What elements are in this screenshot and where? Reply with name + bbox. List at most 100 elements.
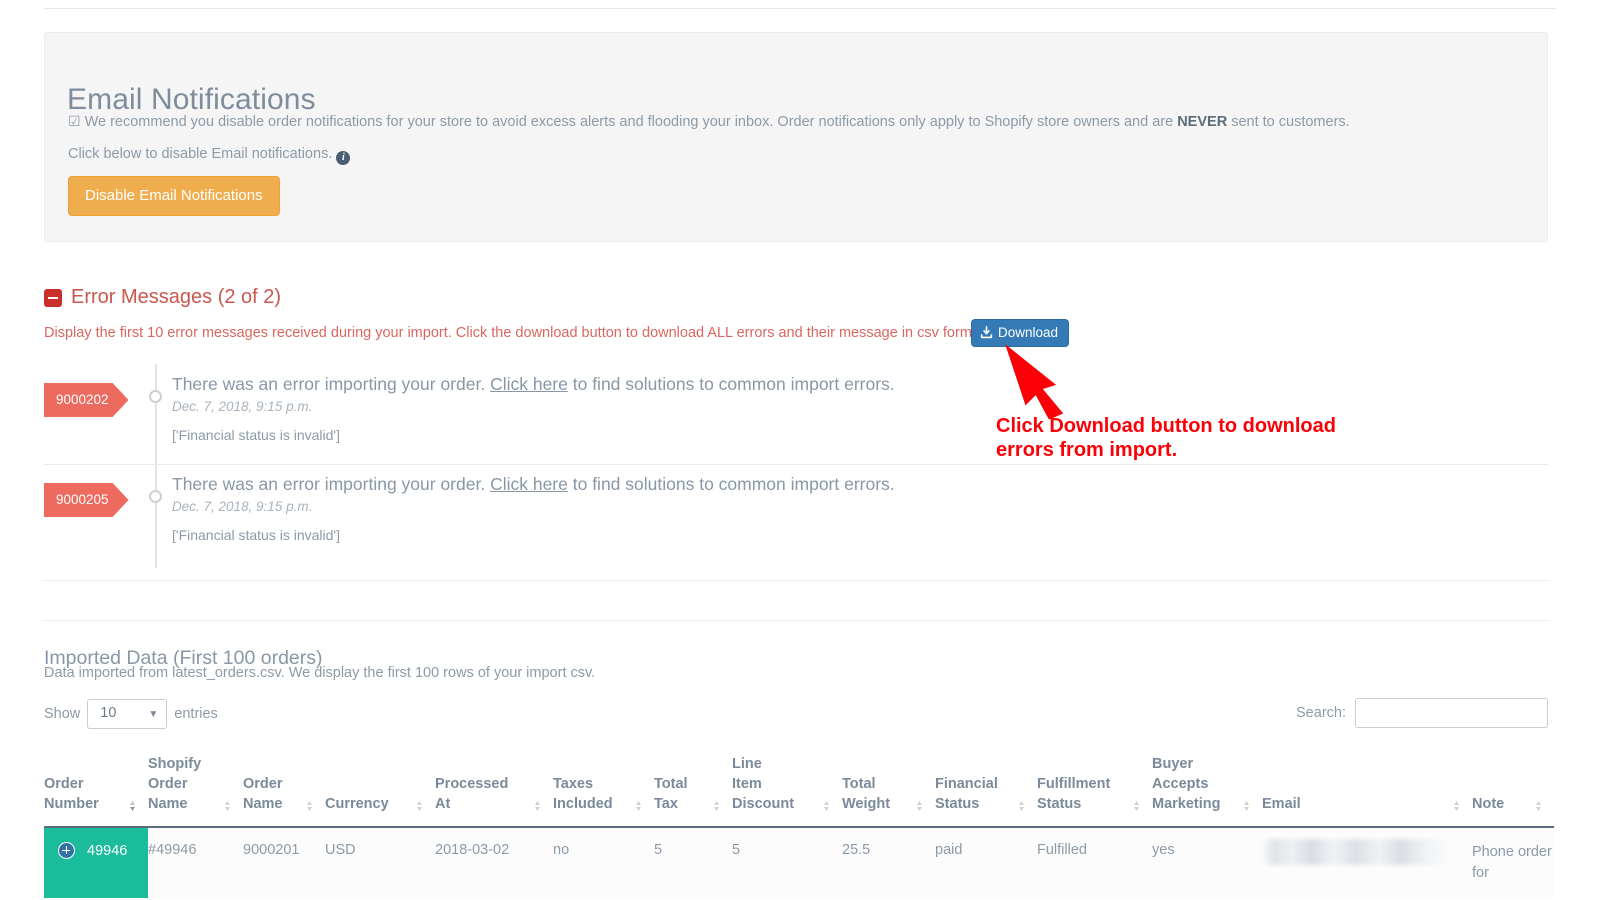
chevron-down-icon: ▼	[148, 709, 158, 720]
error-solutions-link[interactable]: Click here	[490, 374, 568, 394]
order-number-value: 49946	[87, 843, 127, 859]
annotation-callout: Click Download button to download errors…	[996, 414, 1416, 462]
error-detail: ['Financial status is invalid']	[172, 427, 895, 443]
sort-updown-icon	[304, 799, 315, 813]
table-search-control: Search:	[1296, 698, 1548, 728]
header-line: Accepts	[1152, 774, 1240, 794]
error-message-pre: There was an error importing your order.	[172, 474, 490, 494]
error-order-badge: 9000205	[44, 483, 129, 517]
error-messages-description: Display the first 10 error messages rece…	[44, 325, 988, 341]
timeline-marker-icon	[149, 490, 162, 503]
plus-circle-icon[interactable]	[58, 842, 75, 859]
email-notifications-panel: Email Notifications ☑We recommend you di…	[44, 32, 1548, 242]
header-line: Item	[732, 774, 820, 794]
error-message-pre: There was an error importing your order.	[172, 374, 490, 394]
download-button-label: Download	[998, 325, 1058, 340]
search-input[interactable]	[1355, 698, 1548, 728]
column-header-taxes-included[interactable]: Taxes Included	[553, 744, 654, 827]
page-title: Email Notifications	[67, 83, 316, 117]
error-messages-heading: Error Messages (2 of 2)	[71, 286, 281, 309]
error-timeline: 9000202 There was an error importing you…	[44, 364, 1548, 568]
imported-data-table: Order Number Shopify Order Name	[44, 744, 1554, 898]
header-line: Email	[1262, 794, 1450, 814]
table-row[interactable]: 49946 #49946 9000201 USD 2018-03-02 no 5…	[44, 827, 1554, 898]
sort-updown-icon	[1451, 799, 1462, 813]
header-line: Name	[243, 794, 303, 814]
table-header-row: Order Number Shopify Order Name	[44, 744, 1554, 827]
header-line: Note	[1472, 794, 1532, 814]
column-header-currency[interactable]: Currency	[325, 744, 435, 827]
header-line: Financial	[935, 774, 1015, 794]
header-line: Currency	[325, 794, 413, 814]
annotation-line-2: errors from import.	[996, 438, 1416, 462]
header-line: Taxes	[553, 774, 632, 794]
column-header-processed-at[interactable]: Processed At	[435, 744, 553, 827]
show-label: Show	[44, 706, 80, 722]
column-header-financial-status[interactable]: Financial Status	[935, 744, 1037, 827]
header-line: Number	[44, 794, 126, 814]
column-header-fulfillment-status[interactable]: Fulfillment Status	[1037, 744, 1152, 827]
error-item-body: There was an error importing your order.…	[172, 474, 895, 543]
click-below-label: Click below to disable Email notificatio…	[68, 146, 332, 162]
email-recommend-text: ☑We recommend you disable order notifica…	[68, 113, 1350, 130]
column-header-note[interactable]: Note	[1472, 744, 1554, 827]
error-solutions-link[interactable]: Click here	[490, 474, 568, 494]
sort-updown-icon	[414, 799, 425, 813]
timeline-item-divider	[44, 464, 1548, 465]
cell-email	[1262, 827, 1472, 898]
column-header-buyer-accepts-marketing[interactable]: Buyer Accepts Marketing	[1152, 744, 1262, 827]
page-length-select[interactable]: 10 ▼	[87, 699, 167, 729]
imported-data-subtitle: Data imported from latest_orders.csv. We…	[44, 665, 595, 681]
column-header-shopify-order-name[interactable]: Shopify Order Name	[148, 744, 243, 827]
disable-email-notifications-button[interactable]: Disable Email Notifications	[68, 176, 280, 216]
section-divider-lower	[44, 620, 1548, 621]
error-message-text: There was an error importing your order.…	[172, 474, 895, 495]
top-divider	[44, 8, 1556, 9]
page-length-value: 10	[100, 705, 116, 721]
cell-total-weight: 25.5	[842, 827, 935, 898]
header-line: Shopify	[148, 754, 221, 774]
column-header-order-name[interactable]: Order Name	[243, 744, 325, 827]
recommend-strong: NEVER	[1177, 114, 1227, 130]
annotation-line-1: Click Download button to download	[996, 414, 1416, 438]
column-header-total-weight[interactable]: Total Weight	[842, 744, 935, 827]
redacted-email	[1262, 839, 1450, 865]
cell-order-number[interactable]: 49946	[44, 827, 148, 898]
header-line: Status	[1037, 794, 1130, 814]
error-message-text: There was an error importing your order.…	[172, 374, 895, 395]
header-line: Processed	[435, 774, 531, 794]
minus-square-icon[interactable]	[44, 289, 62, 307]
error-message-post: to find solutions to common import error…	[568, 374, 895, 394]
column-header-line-item-discount[interactable]: Line Item Discount	[732, 744, 842, 827]
click-below-text: Click below to disable Email notificatio…	[68, 146, 350, 165]
sort-updown-icon	[532, 799, 543, 813]
section-divider-upper	[44, 580, 1548, 581]
header-line: Status	[935, 794, 1015, 814]
sort-updown-icon	[1131, 799, 1142, 813]
error-messages-header[interactable]: Error Messages (2 of 2)	[44, 286, 281, 309]
sort-updown-icon	[711, 799, 722, 813]
header-line: Fulfillment	[1037, 774, 1130, 794]
recommend-post: sent to customers.	[1227, 114, 1350, 130]
cell-processed-at: 2018-03-02	[435, 827, 553, 898]
header-line: At	[435, 794, 531, 814]
header-line: Line	[732, 754, 820, 774]
cell-order-name: 9000201	[243, 827, 325, 898]
error-item-body: There was an error importing your order.…	[172, 374, 895, 443]
cell-fulfillment-status: Fulfilled	[1037, 827, 1152, 898]
error-timeline-item: 9000205 There was an error importing you…	[44, 464, 1548, 568]
info-icon[interactable]: i	[336, 151, 350, 165]
sort-updown-icon	[1533, 799, 1544, 813]
sort-updown-icon	[1016, 799, 1027, 813]
column-header-total-tax[interactable]: Total Tax	[654, 744, 732, 827]
sort-updown-icon	[914, 799, 925, 813]
column-header-email[interactable]: Email	[1262, 744, 1472, 827]
page-length-control: Show 10 ▼ entries	[44, 699, 218, 729]
header-line: Name	[148, 794, 221, 814]
cell-currency: USD	[325, 827, 435, 898]
header-line: Discount	[732, 794, 820, 814]
timeline-marker-icon	[149, 390, 162, 403]
sort-updown-icon	[127, 799, 138, 813]
column-header-order-number[interactable]: Order Number	[44, 744, 148, 827]
download-errors-button[interactable]: Download	[971, 319, 1069, 347]
